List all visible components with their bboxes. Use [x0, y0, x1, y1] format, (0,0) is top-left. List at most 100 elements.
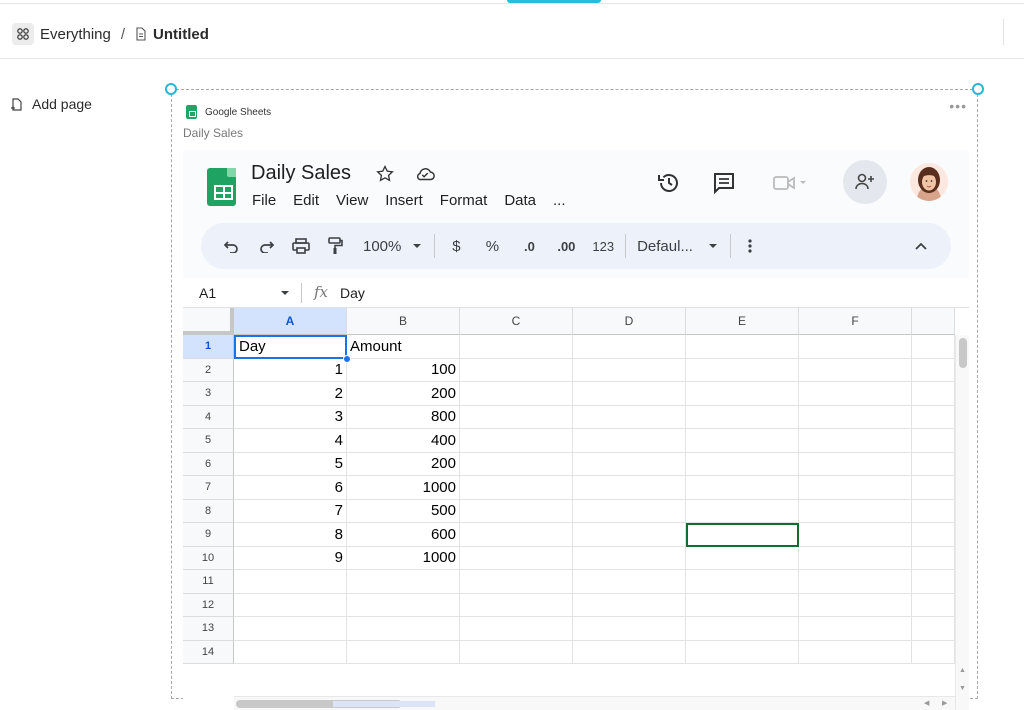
- table-cell[interactable]: [686, 617, 799, 641]
- paint-format-icon[interactable]: [323, 231, 347, 261]
- table-cell[interactable]: 1: [234, 358, 347, 382]
- table-cell[interactable]: [573, 570, 686, 594]
- row-header[interactable]: 11: [183, 570, 234, 594]
- table-cell[interactable]: [686, 546, 799, 570]
- table-cell[interactable]: 600: [347, 523, 460, 547]
- table-cell[interactable]: [573, 593, 686, 617]
- select-all-corner[interactable]: [183, 308, 234, 335]
- table-cell[interactable]: [912, 405, 955, 429]
- table-cell[interactable]: [912, 429, 955, 453]
- table-cell[interactable]: [460, 405, 573, 429]
- table-cell[interactable]: [460, 593, 573, 617]
- sheet-title[interactable]: Daily Sales: [251, 162, 351, 185]
- row-header[interactable]: 6: [183, 452, 234, 476]
- table-cell[interactable]: [460, 617, 573, 641]
- name-box[interactable]: A1: [199, 285, 216, 301]
- resize-handle-left[interactable]: [165, 83, 177, 95]
- table-cell[interactable]: [460, 429, 573, 453]
- table-cell[interactable]: [912, 358, 955, 382]
- scroll-up-arrow[interactable]: ▲: [959, 667, 966, 674]
- table-cell[interactable]: 3: [234, 405, 347, 429]
- table-cell[interactable]: [573, 405, 686, 429]
- table-cell[interactable]: 400: [347, 429, 460, 453]
- table-cell[interactable]: [799, 570, 912, 594]
- row-header[interactable]: 12: [183, 593, 234, 617]
- table-cell[interactable]: [912, 335, 955, 359]
- table-cell[interactable]: [460, 546, 573, 570]
- row-header[interactable]: 1: [183, 335, 234, 359]
- table-cell[interactable]: [460, 499, 573, 523]
- row-header[interactable]: 4: [183, 405, 234, 429]
- vertical-scroll-thumb[interactable]: [959, 338, 967, 368]
- menu-format[interactable]: Format: [440, 192, 488, 209]
- share-button[interactable]: [843, 160, 887, 204]
- table-cell[interactable]: 8: [234, 523, 347, 547]
- table-cell[interactable]: [234, 617, 347, 641]
- fill-handle[interactable]: [343, 354, 351, 363]
- decrease-decimal-button[interactable]: .0: [518, 231, 540, 261]
- table-cell[interactable]: 5: [234, 452, 347, 476]
- formula-input[interactable]: Day: [340, 285, 365, 301]
- table-cell[interactable]: [460, 640, 573, 664]
- cloud-saved-icon[interactable]: [414, 165, 436, 188]
- breadcrumb-root[interactable]: Everything: [40, 26, 111, 43]
- table-cell[interactable]: 200: [347, 452, 460, 476]
- table-cell[interactable]: 1000: [347, 546, 460, 570]
- table-cell[interactable]: [573, 335, 686, 359]
- table-cell[interactable]: 7: [234, 499, 347, 523]
- breadcrumb-current[interactable]: Untitled: [153, 26, 209, 43]
- table-cell[interactable]: [686, 335, 799, 359]
- table-cell[interactable]: [347, 617, 460, 641]
- table-cell[interactable]: [799, 593, 912, 617]
- menu-more[interactable]: ...: [553, 192, 566, 209]
- table-cell[interactable]: [799, 499, 912, 523]
- more-vert-icon[interactable]: [742, 231, 758, 261]
- table-cell[interactable]: [912, 570, 955, 594]
- increase-decimal-button[interactable]: .00: [554, 231, 578, 261]
- table-cell[interactable]: 6: [234, 476, 347, 500]
- table-cell[interactable]: [799, 523, 912, 547]
- row-header[interactable]: 5: [183, 429, 234, 453]
- table-cell[interactable]: Amount: [347, 335, 460, 359]
- table-cell[interactable]: [460, 382, 573, 406]
- table-cell[interactable]: [686, 499, 799, 523]
- table-cell[interactable]: [686, 593, 799, 617]
- table-cell[interactable]: [912, 476, 955, 500]
- table-cell[interactable]: [799, 452, 912, 476]
- table-cell[interactable]: [686, 429, 799, 453]
- table-cell[interactable]: [686, 476, 799, 500]
- row-header[interactable]: 14: [183, 640, 234, 664]
- undo-icon[interactable]: [219, 231, 243, 261]
- table-cell[interactable]: [347, 640, 460, 664]
- meet-button[interactable]: [773, 174, 809, 192]
- table-cell[interactable]: [460, 476, 573, 500]
- menu-file[interactable]: File: [252, 192, 276, 209]
- table-cell[interactable]: [460, 452, 573, 476]
- table-cell[interactable]: [573, 476, 686, 500]
- table-cell[interactable]: [912, 523, 955, 547]
- scroll-left-arrow[interactable]: ◀: [924, 699, 929, 707]
- zoom-select[interactable]: 100%: [363, 231, 423, 261]
- column-header-e[interactable]: E: [686, 308, 799, 335]
- table-cell[interactable]: [799, 405, 912, 429]
- sheets-logo-icon[interactable]: [207, 168, 236, 206]
- number-format-button[interactable]: 123: [592, 231, 614, 261]
- menu-edit[interactable]: Edit: [293, 192, 319, 209]
- table-cell[interactable]: [912, 640, 955, 664]
- font-select[interactable]: Defaul...: [637, 231, 719, 261]
- table-cell[interactable]: [686, 452, 799, 476]
- row-header[interactable]: 8: [183, 499, 234, 523]
- table-cell[interactable]: [799, 429, 912, 453]
- table-cell[interactable]: [234, 640, 347, 664]
- table-cell[interactable]: [347, 570, 460, 594]
- spreadsheet-grid[interactable]: A B C D E F 1 Day Amount 2 1 100 3 2 200 4 3 800 5 4 400 6 5 20…: [183, 308, 969, 710]
- table-cell[interactable]: [573, 382, 686, 406]
- table-cell[interactable]: [912, 546, 955, 570]
- table-cell[interactable]: 1000: [347, 476, 460, 500]
- comments-icon[interactable]: [712, 171, 736, 200]
- table-cell[interactable]: [686, 382, 799, 406]
- table-cell[interactable]: [573, 429, 686, 453]
- column-header-f[interactable]: F: [799, 308, 912, 335]
- table-cell[interactable]: 4: [234, 429, 347, 453]
- collapse-toolbar-icon[interactable]: [911, 231, 931, 261]
